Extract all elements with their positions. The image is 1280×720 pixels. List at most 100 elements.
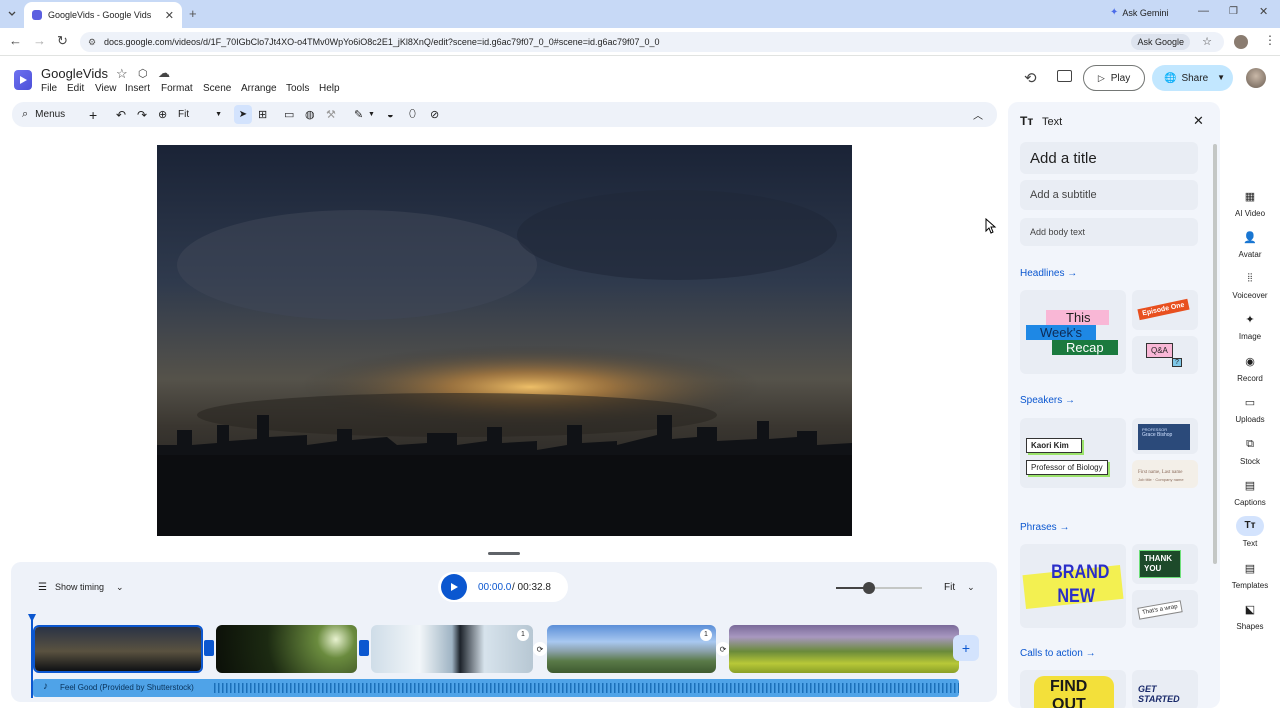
rail-voiceover[interactable]: ⦙⦙ Voiceover [1228,272,1272,300]
cta-get-started-card[interactable]: GET STARTED [1132,670,1198,708]
paint-format-icon[interactable]: ⚒ [326,102,336,127]
vids-logo-icon[interactable] [14,70,32,90]
play-button[interactable]: ▷ Play [1083,65,1145,91]
ask-gemini-button[interactable]: ✦ Ask Gemini [1110,7,1168,18]
ask-google-button[interactable]: Ask Google [1131,34,1190,50]
new-tab-icon[interactable]: + [189,6,197,21]
headline-episode-card[interactable]: Episode One [1132,290,1198,330]
pen-dropdown-icon[interactable]: ▼ [368,102,375,127]
textbox-tool-icon[interactable]: ⊞ [258,102,267,127]
transition-icon-1[interactable]: ⟳ [533,642,547,656]
rail-captions[interactable]: ▤ Captions [1228,479,1272,507]
reload-icon[interactable]: ↻ [57,33,68,49]
search-menus-button[interactable]: ⌕ Menus [22,102,65,127]
bookmark-star-icon[interactable]: ☆ [1202,32,1212,52]
browser-menu-icon[interactable]: ⋮ [1264,33,1276,47]
tab-close-icon[interactable]: ✕ [165,9,174,22]
headlines-section-link[interactable]: Headlines → [1020,268,1077,279]
panel-scrollbar[interactable] [1213,144,1217,564]
url-field[interactable]: ⚙ docs.google.com/videos/d/1F_70IGbClo7J… [80,32,1224,52]
select-tool-icon[interactable]: ➤ [234,105,252,124]
rail-image[interactable]: ✦ Image [1228,313,1272,341]
share-dropdown-icon[interactable]: ▼ [1217,73,1225,82]
rail-record[interactable]: ◉ Record [1228,355,1272,383]
timeline-clip-1[interactable] [33,625,203,673]
transition-handle-2[interactable] [359,640,369,656]
speaker-grace-card[interactable]: PROFESSOR Grace Bishop [1132,418,1198,454]
undo-icon[interactable]: ↶ [116,102,126,127]
zoom-slider-thumb[interactable] [863,582,875,594]
account-avatar[interactable] [1246,68,1266,88]
menu-view[interactable]: View [95,83,117,94]
site-info-icon[interactable]: ⚙ [88,32,96,52]
headline-recap-card[interactable]: This Week's Recap [1020,290,1126,374]
rail-uploads[interactable]: ▭ Uploads [1228,396,1272,424]
star-icon[interactable]: ☆ [116,66,128,82]
browser-tab[interactable]: GoogleVids - Google Vids ✕ [24,2,182,28]
timeline-clip-3[interactable]: 1 [371,625,533,673]
back-icon[interactable]: ← [9,33,22,48]
timeline-fit-select[interactable]: Fit ⌄ [944,582,975,593]
menu-scene[interactable]: Scene [203,83,231,94]
add-scene-button[interactable]: + [953,635,979,661]
menu-insert[interactable]: Insert [125,83,150,94]
comments-icon[interactable] [1057,70,1072,82]
fill-color-icon[interactable]: ◒ [387,102,394,127]
rail-ai-video[interactable]: ▦ AI Video [1228,190,1272,218]
collapse-toolbar-icon[interactable]: ︿ [973,102,983,127]
cta-find-out-card[interactable]: FIND OUT [1020,670,1126,708]
forward-icon[interactable]: → [33,33,46,48]
panel-resize-handle[interactable] [488,552,520,555]
menu-edit[interactable]: Edit [67,83,84,94]
rail-text[interactable]: Tт Text [1228,516,1272,548]
rail-templates[interactable]: ▤ Templates [1228,562,1272,590]
add-body-option[interactable]: Add body text [1020,218,1198,246]
link-icon[interactable]: ⊘ [430,102,439,127]
phrases-section-link[interactable]: Phrases → [1020,522,1069,533]
move-folder-icon[interactable]: ⬡ [138,67,148,80]
maximize-icon[interactable]: ❐ [1229,6,1238,17]
add-icon[interactable]: + [89,102,97,127]
profile-avatar[interactable] [1234,35,1248,49]
calls-to-action-section-link[interactable]: Calls to action → [1020,648,1096,659]
menu-file[interactable]: File [41,83,57,94]
scene-canvas[interactable] [157,145,852,536]
show-timing-button[interactable]: ☰ Show timing ⌄ [30,577,124,597]
window-close-icon[interactable]: ✕ [1259,5,1268,18]
speaker-generic-card[interactable]: First name, Last name Job title · Compan… [1132,460,1198,488]
phrase-thank-you-card[interactable]: THANK YOU [1132,544,1198,584]
redo-icon[interactable]: ↷ [137,102,147,127]
shape-tool-icon[interactable]: ◍ [305,102,315,127]
document-title[interactable]: GoogleVids [41,66,108,81]
phrase-wrap-card[interactable]: That's a wrap [1132,590,1198,628]
pen-tool-icon[interactable]: ✎ [354,102,363,127]
image-tool-icon[interactable]: ▭ [284,102,294,127]
timeline-clip-4[interactable]: 1 [547,625,716,673]
add-title-option[interactable]: Add a title [1020,142,1198,174]
zoom-icon[interactable]: ⊕ [158,102,167,127]
speakers-section-link[interactable]: Speakers → [1020,395,1075,406]
rail-avatar[interactable]: 👤 Avatar [1228,231,1272,259]
timeline-play-button[interactable] [441,574,467,600]
zoom-select[interactable]: Fit ▼ [178,102,222,127]
speaker-kaori-card[interactable]: Kaori Kim Professor of Biology [1020,418,1126,488]
menu-arrange[interactable]: Arrange [241,83,277,94]
timeline-clip-2[interactable] [216,625,357,673]
timeline-clip-5[interactable] [729,625,959,673]
rail-shapes[interactable]: ⬕ Shapes [1228,603,1272,631]
menu-format[interactable]: Format [161,83,193,94]
phrase-brand-new-card[interactable]: BRAND NEW [1020,544,1126,628]
minimize-icon[interactable]: — [1198,5,1209,17]
share-button[interactable]: 🌐 Share ▼ [1152,65,1233,91]
transition-icon-2[interactable]: ⟳ [716,642,730,656]
menu-tools[interactable]: Tools [286,83,309,94]
rail-stock[interactable]: ⧉ Stock [1228,438,1272,466]
audio-track[interactable]: ♪ Feel Good (Provided by Shutterstock) [33,679,959,697]
headline-qa-card[interactable]: Q&A ? [1132,336,1198,374]
timeline-zoom-slider[interactable] [836,582,922,594]
close-panel-icon[interactable]: ✕ [1193,113,1204,129]
version-history-icon[interactable]: ⟲ [1024,69,1037,87]
menu-help[interactable]: Help [319,83,340,94]
add-subtitle-option[interactable]: Add a subtitle [1020,180,1198,210]
tab-list-icon[interactable] [6,8,18,20]
